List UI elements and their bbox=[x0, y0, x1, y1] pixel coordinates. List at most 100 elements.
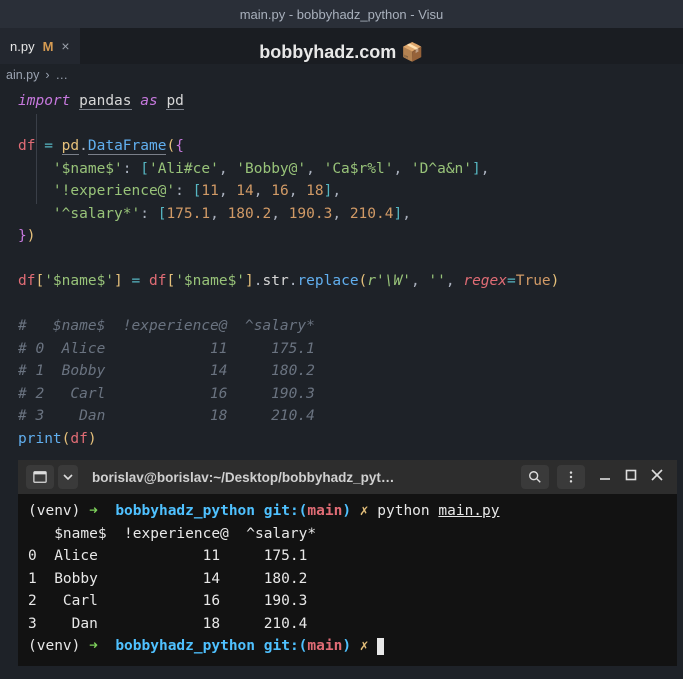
colon: : bbox=[123, 161, 132, 177]
kebab-menu-icon bbox=[564, 470, 578, 484]
close-icon bbox=[651, 469, 663, 481]
breadcrumb[interactable]: ain.py › … bbox=[0, 64, 683, 86]
brace: { bbox=[175, 138, 184, 154]
string: '' bbox=[428, 273, 445, 289]
close-button[interactable] bbox=[651, 469, 663, 485]
brace: } bbox=[18, 228, 27, 244]
number: 180.2 bbox=[228, 206, 272, 222]
editor-tab-bar: n.py M × bbox=[0, 28, 683, 64]
bracket: [ bbox=[166, 273, 175, 289]
terminal-window: borislav@borislav:~/Desktop/bobbyhadz_py… bbox=[18, 460, 677, 666]
colon: : bbox=[140, 206, 149, 222]
close-icon[interactable]: × bbox=[61, 38, 69, 54]
terminal-output: 0 Alice 11 175.1 bbox=[28, 545, 667, 568]
comment: # 2 Carl 16 190.3 bbox=[18, 383, 683, 406]
bracket: ] bbox=[472, 161, 481, 177]
attr: str bbox=[263, 273, 289, 289]
prompt-git: git: bbox=[264, 638, 299, 654]
bracket: ] bbox=[393, 206, 402, 222]
constant: True bbox=[516, 273, 551, 289]
method: DataFrame bbox=[88, 138, 167, 155]
variable: df bbox=[18, 138, 35, 154]
paren: ) bbox=[88, 431, 97, 447]
string: 'D^a&n' bbox=[411, 161, 472, 177]
terminal-output: 3 Dan 18 210.4 bbox=[28, 613, 667, 636]
minimize-button[interactable] bbox=[599, 469, 611, 485]
new-tab-button[interactable] bbox=[26, 465, 54, 489]
number: 16 bbox=[271, 183, 288, 199]
search-button[interactable] bbox=[521, 465, 549, 489]
number: 14 bbox=[236, 183, 253, 199]
dot: . bbox=[254, 273, 263, 289]
prompt-branch: main bbox=[307, 503, 342, 519]
terminal-output: 2 Carl 16 190.3 bbox=[28, 590, 667, 613]
paren: ) bbox=[551, 273, 560, 289]
maximize-button[interactable] bbox=[625, 469, 637, 485]
prompt-path: bobbyhadz_python bbox=[115, 638, 255, 654]
string: '$name$' bbox=[53, 161, 123, 177]
kwarg: regex bbox=[463, 273, 507, 289]
comma: , bbox=[306, 161, 315, 177]
variable: df bbox=[149, 273, 166, 289]
comment: # 1 Bobby 14 180.2 bbox=[18, 360, 683, 383]
breadcrumb-more: … bbox=[56, 68, 69, 82]
prompt-git: git: bbox=[264, 503, 299, 519]
dot: . bbox=[79, 138, 88, 154]
string: '$name$' bbox=[175, 273, 245, 289]
comma: , bbox=[402, 206, 411, 222]
comment: # 0 Alice 11 175.1 bbox=[18, 338, 683, 361]
operator: = bbox=[132, 273, 141, 289]
string: 'Ali#ce' bbox=[149, 161, 219, 177]
dropdown-button[interactable] bbox=[58, 465, 78, 489]
maximize-icon bbox=[625, 469, 637, 481]
number: 190.3 bbox=[289, 206, 333, 222]
string: 'Ca$r%l' bbox=[324, 161, 394, 177]
search-icon bbox=[528, 470, 542, 484]
indent-guide bbox=[36, 114, 37, 204]
object: pd bbox=[62, 138, 79, 155]
number: 175.1 bbox=[166, 206, 210, 222]
terminal-output: $name$ !experience@ ^salary* bbox=[28, 523, 667, 546]
string: r'\W' bbox=[367, 273, 411, 289]
comment: # $name$ !experience@ ^salary* bbox=[18, 315, 683, 338]
window-title-bar: main.py - bobbyhadz_python - Visu bbox=[0, 0, 683, 28]
command: python bbox=[377, 503, 429, 519]
breadcrumb-file: ain.py bbox=[6, 68, 39, 82]
operator: = bbox=[507, 273, 516, 289]
tab-modified-indicator: M bbox=[43, 39, 54, 54]
string: '!experience@' bbox=[53, 183, 175, 199]
comma: , bbox=[393, 161, 402, 177]
variable: df bbox=[18, 273, 35, 289]
file-tab[interactable]: n.py M × bbox=[0, 28, 80, 64]
operator: = bbox=[44, 138, 53, 154]
comma: , bbox=[332, 183, 341, 199]
comma: , bbox=[219, 161, 228, 177]
prompt-arrow-icon: ➜ bbox=[89, 503, 98, 519]
comma: , bbox=[446, 273, 455, 289]
terminal-output: 1 Bobby 14 180.2 bbox=[28, 568, 667, 591]
module-name: pandas bbox=[79, 93, 131, 110]
colon: : bbox=[175, 183, 184, 199]
comma: , bbox=[219, 183, 228, 199]
bracket: [ bbox=[35, 273, 44, 289]
number: 11 bbox=[201, 183, 218, 199]
alias: pd bbox=[166, 93, 183, 110]
prompt-dirty-icon: ✗ bbox=[360, 503, 369, 519]
code-editor[interactable]: import pandas as pd df = pd.DataFrame({ … bbox=[0, 86, 683, 458]
terminal-header[interactable]: borislav@borislav:~/Desktop/bobbyhadz_py… bbox=[18, 460, 677, 494]
terminal-body[interactable]: (venv) ➜ bobbyhadz_python git:(main) ✗ p… bbox=[18, 494, 677, 666]
prompt-dirty-icon: ✗ bbox=[360, 638, 369, 654]
string: '$name$' bbox=[44, 273, 114, 289]
chevron-down-icon bbox=[63, 472, 73, 482]
prompt-venv: (venv) bbox=[28, 503, 80, 519]
number: 210.4 bbox=[350, 206, 394, 222]
bracket: ] bbox=[245, 273, 254, 289]
string: 'Bobby@' bbox=[236, 161, 306, 177]
menu-button[interactable] bbox=[557, 465, 585, 489]
method: replace bbox=[297, 273, 358, 289]
command-arg: main.py bbox=[438, 503, 499, 519]
prompt-branch: main bbox=[307, 638, 342, 654]
bracket: [ bbox=[140, 161, 149, 177]
terminal-icon bbox=[33, 470, 47, 484]
keyword: as bbox=[140, 93, 157, 109]
